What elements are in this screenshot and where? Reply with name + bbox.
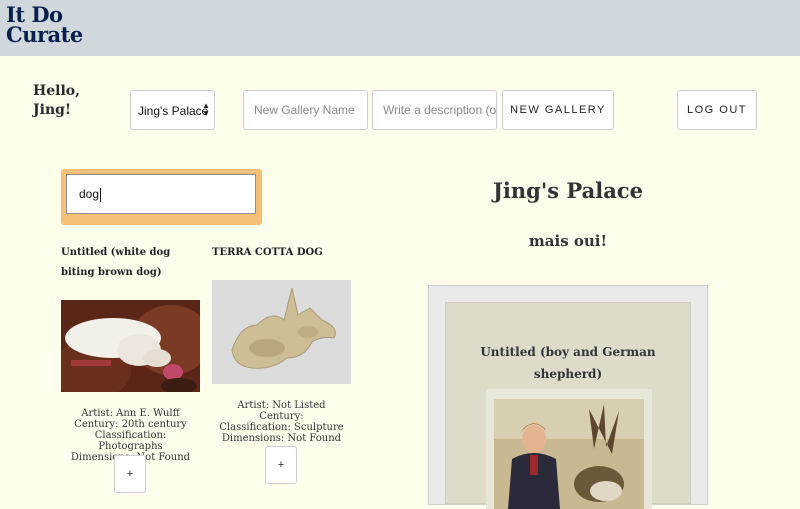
artwork-frame: Untitled (boy and German shepherd) — [428, 285, 708, 509]
result-century: Century: 20th century — [74, 419, 187, 430]
result-details: Artist: Not Listed Century: Classificati… — [212, 400, 351, 444]
search-input-value: dog — [79, 187, 100, 201]
logout-button[interactable]: Log Out — [677, 90, 757, 130]
gallery-select-value: Jing's Palace — [138, 104, 209, 118]
search-focus-ring: dog — [61, 169, 262, 225]
result-image-terracotta-dog[interactable] — [212, 280, 351, 384]
boy-and-dog-photo-icon — [494, 399, 644, 509]
select-arrows-icon: ▲ ▼ — [202, 101, 210, 118]
add-to-gallery-button[interactable]: + — [265, 446, 297, 484]
result-artist: Artist: Not Listed — [237, 400, 326, 411]
result-classification: Classification: Sculpture — [219, 422, 344, 433]
top-bar: It Do Curate — [0, 0, 800, 56]
result-dimensions: Dimensions: Not Found — [221, 433, 342, 444]
gallery-title: Jing's Palace — [493, 178, 643, 203]
gallery-description: mais oui! — [528, 232, 608, 250]
new-gallery-button[interactable]: New Gallery — [502, 90, 614, 130]
search-input[interactable]: dog — [66, 174, 256, 214]
result-title: Untitled (white dog biting brown dog) — [61, 247, 171, 278]
result-artist: Artist: Ann E. Wulff — [81, 408, 180, 419]
greeting: Hello, Jing! — [33, 83, 80, 118]
add-to-gallery-button[interactable]: + — [114, 455, 146, 493]
result-title: TERRA COTTA DOG — [212, 247, 323, 258]
artwork-image[interactable] — [494, 399, 644, 509]
gallery-select[interactable]: Jing's Palace ▲ ▼ — [130, 90, 215, 130]
dogs-photo-icon — [61, 300, 200, 392]
result-classification: Classification: Photographs — [94, 430, 167, 452]
logo-line-2: Curate — [6, 22, 83, 47]
artwork-image-mat — [486, 389, 652, 509]
text-caret — [100, 187, 102, 202]
result-image-dogs[interactable] — [61, 300, 200, 392]
gallery-description-input[interactable]: Write a description (o — [372, 90, 497, 130]
app-logo[interactable]: It Do Curate — [6, 4, 83, 47]
result-century: Century: — [259, 411, 304, 422]
terracotta-dog-photo-icon — [212, 280, 351, 384]
artwork-mat: Untitled (boy and German shepherd) — [445, 302, 691, 509]
artwork-title: Untitled (boy and German shepherd) — [480, 345, 656, 381]
gallery-name-input[interactable]: New Gallery Name — [243, 90, 368, 130]
